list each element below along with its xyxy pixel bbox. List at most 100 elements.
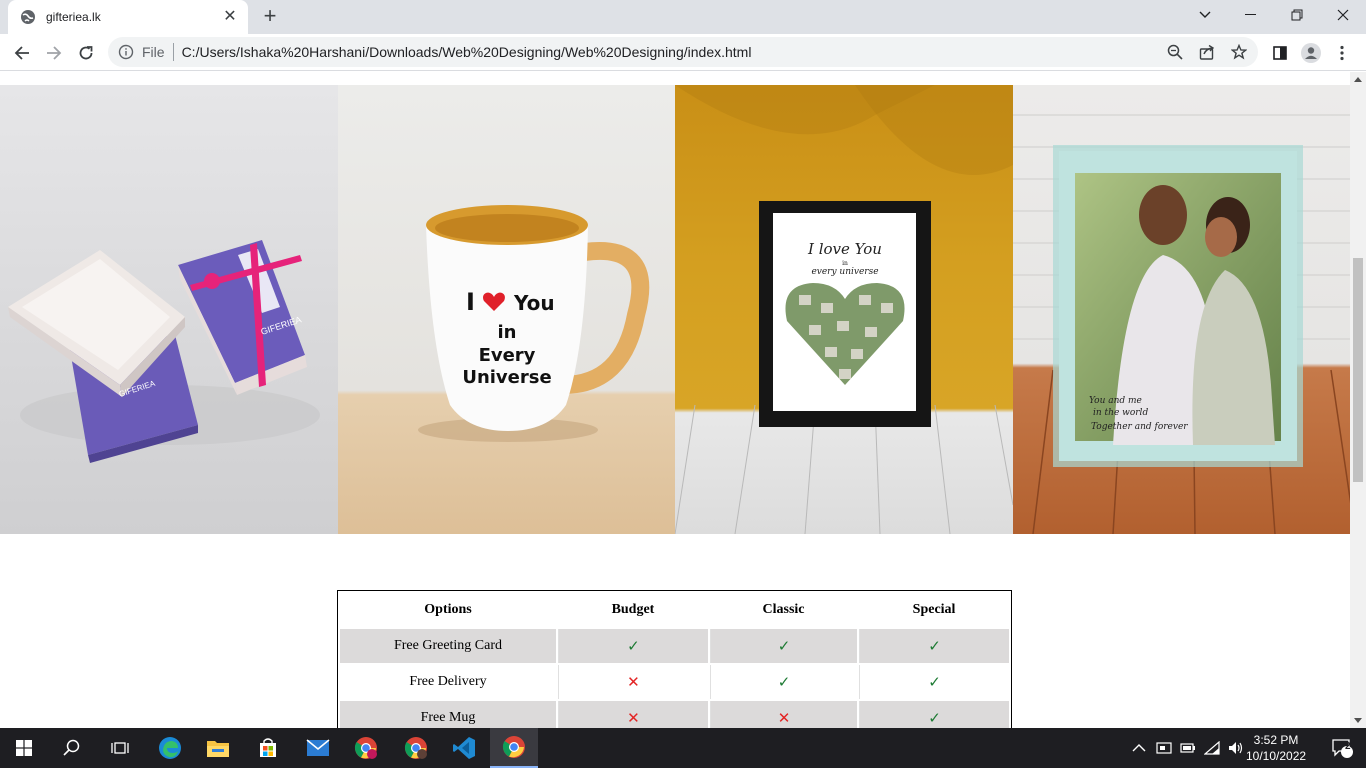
cross-icon: ✕: [627, 674, 640, 691]
header-classic: Classic: [762, 602, 805, 617]
check-icon: ✓: [928, 710, 941, 727]
windows-taskbar: 3:52 PM 10/10/2022 2: [0, 728, 1366, 768]
vscode-icon: [453, 737, 475, 759]
close-icon: [1337, 9, 1349, 21]
chrome-profile-1-taskbar-button[interactable]: [342, 728, 390, 768]
new-tab-button[interactable]: +: [258, 5, 282, 28]
cross-icon: ✕: [627, 710, 640, 727]
mug-text-i: I: [466, 288, 475, 316]
page-scrollbar[interactable]: [1350, 72, 1366, 728]
edge-taskbar-button[interactable]: [146, 728, 194, 768]
table-header-row: Options Budget Classic Special: [340, 593, 1009, 627]
search-icon: [63, 739, 80, 756]
package-comparison-table: Options Budget Classic Special Free Gree…: [337, 590, 1012, 728]
back-button[interactable]: [10, 41, 34, 65]
restore-icon: [1291, 9, 1303, 21]
chrome-icon: [354, 737, 377, 759]
edge-icon: [159, 737, 181, 759]
chrome-active-taskbar-button[interactable]: [490, 728, 538, 768]
option-label: Free Delivery: [409, 674, 487, 689]
mail-taskbar-button[interactable]: [294, 728, 342, 768]
heart-frame-illustration: I love You in every universe: [675, 85, 1013, 534]
forward-button[interactable]: [42, 41, 66, 65]
url-text[interactable]: C:/Users/Ishaka%20Harshani/Downloads/Web…: [182, 44, 752, 60]
system-tray: [1132, 728, 1244, 768]
tab-search-button[interactable]: [1182, 0, 1228, 30]
start-button[interactable]: [0, 728, 48, 768]
table-cell: ✓: [859, 701, 1009, 728]
search-button[interactable]: [48, 728, 96, 768]
table-cell: ✓: [859, 665, 1009, 699]
browser-tab[interactable]: gifteriea.lk ✕: [8, 0, 248, 34]
wifi-icon[interactable]: [1204, 741, 1220, 755]
header-options: Options: [424, 602, 472, 617]
device-icon[interactable]: [1156, 740, 1172, 756]
reload-icon: [79, 46, 93, 60]
mug-text-universe: Universe: [462, 367, 551, 388]
address-bar[interactable]: File C:/Users/Ishaka%20Harshani/Download…: [108, 37, 1258, 67]
chevron-up-icon[interactable]: [1132, 743, 1146, 753]
notification-center-button[interactable]: 2: [1318, 728, 1366, 768]
side-panel-button[interactable]: [1268, 41, 1292, 65]
task-view-button[interactable]: [96, 728, 144, 768]
cross-icon: ✕: [777, 710, 791, 727]
url-divider: [172, 43, 174, 61]
chrome-icon: [502, 736, 525, 758]
option-label: Free Mug: [340, 701, 556, 728]
minimize-button[interactable]: [1228, 0, 1274, 30]
option-label: Free Greeting Card: [340, 629, 556, 663]
close-tab-icon[interactable]: ✕: [222, 9, 238, 25]
header-special: Special: [912, 602, 956, 617]
chrome-icon: [404, 737, 427, 759]
glass-text-line3: Together and forever: [1091, 422, 1188, 432]
table-cell: ✕: [558, 701, 708, 728]
scroll-down-arrow-icon[interactable]: [1354, 718, 1362, 723]
check-icon: ✓: [777, 674, 791, 691]
vscode-taskbar-button[interactable]: [440, 728, 488, 768]
url-scheme-label: File: [142, 44, 165, 60]
profile-button[interactable]: [1299, 41, 1323, 65]
mail-icon: [306, 739, 330, 756]
table-row: Free Mug ✕ ✕ ✓: [340, 701, 1009, 728]
bookmark-star-icon[interactable]: [1230, 43, 1248, 61]
chrome-profile-2-taskbar-button[interactable]: [392, 728, 440, 768]
info-icon[interactable]: [118, 44, 134, 60]
photo-frame-image: I love You in every universe: [675, 85, 1013, 534]
table-cell: ✓: [859, 629, 1009, 663]
mug-text-you: You: [513, 291, 555, 315]
gift-box-image: GIFERIEA GIFERIEA: [0, 85, 338, 534]
glass-text-line1: You and me: [1089, 396, 1142, 406]
check-icon: ✓: [928, 638, 941, 655]
scrollbar-thumb[interactable]: [1353, 258, 1363, 482]
omnibox-actions: [1166, 43, 1248, 61]
restore-button[interactable]: [1274, 0, 1320, 30]
glass-frame-illustration: You and me in the world Together and for…: [1012, 114, 1350, 534]
system-clock[interactable]: 3:52 PM 10/10/2022: [1246, 732, 1306, 764]
minimize-icon: [1245, 14, 1256, 15]
reload-button[interactable]: [74, 41, 98, 65]
table-row: Free Greeting Card ✓ ✓ ✓: [340, 629, 1009, 663]
close-window-button[interactable]: [1320, 0, 1366, 30]
mug-image: I You in Every Universe: [337, 85, 675, 534]
mug-illustration: I You in Every Universe: [417, 205, 649, 442]
zoom-icon[interactable]: [1166, 43, 1184, 61]
share-icon[interactable]: [1198, 43, 1216, 61]
arrow-right-icon: [47, 46, 62, 60]
store-taskbar-button[interactable]: [244, 728, 292, 768]
globe-icon: [21, 10, 35, 24]
frame-text-love: I love You: [807, 240, 882, 258]
check-icon: ✓: [777, 638, 791, 655]
clock-time: 3:52 PM: [1253, 733, 1299, 747]
browser-toolbar: File C:/Users/Ishaka%20Harshani/Download…: [0, 34, 1366, 71]
table-cell: ✕: [558, 665, 708, 699]
notification-count: 2: [1345, 741, 1351, 752]
frame-text-universe: every universe: [811, 267, 878, 277]
file-explorer-taskbar-button[interactable]: [194, 728, 242, 768]
glass-frame-image: You and me in the world Together and for…: [1012, 85, 1350, 534]
table-cell: ✕: [709, 701, 858, 728]
scroll-up-arrow-icon[interactable]: [1354, 77, 1362, 82]
menu-button[interactable]: [1330, 41, 1354, 65]
battery-icon[interactable]: [1180, 742, 1196, 754]
page-viewport: GIFERIEA GIFERIEA I You in Every Univers…: [0, 72, 1350, 728]
volume-icon[interactable]: [1228, 741, 1244, 755]
